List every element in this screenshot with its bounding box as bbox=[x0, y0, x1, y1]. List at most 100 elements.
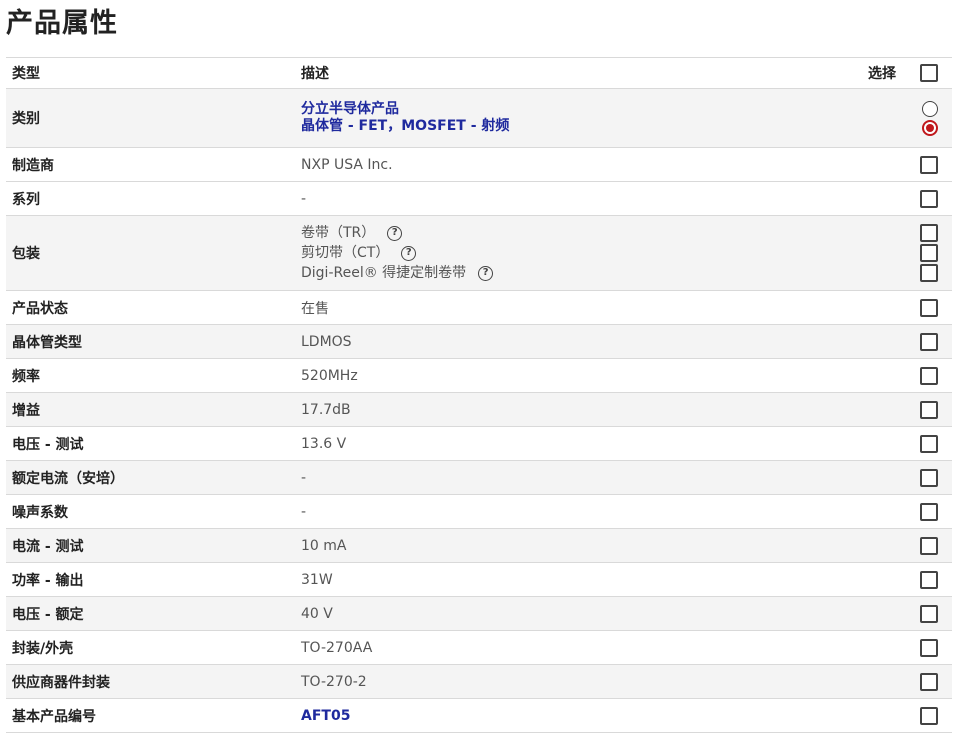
row-label: 电流 - 测试 bbox=[6, 528, 295, 563]
row-label: 产品状态 bbox=[12, 300, 68, 317]
row-value: 13.6 V bbox=[301, 435, 347, 452]
table-row: 额定电流（安培） - bbox=[6, 460, 952, 495]
row-select bbox=[849, 427, 952, 461]
select-checkbox[interactable] bbox=[920, 502, 938, 521]
table-row: 包装 卷带（TR） ? 剪切带（CT） ? Digi-Reel® 得捷定制卷带 … bbox=[6, 215, 952, 291]
row-select bbox=[849, 631, 952, 665]
row-select bbox=[849, 664, 952, 699]
question-circle-icon[interactable]: ? bbox=[401, 245, 417, 261]
row-select bbox=[849, 88, 952, 148]
select-checkbox[interactable] bbox=[920, 468, 938, 487]
select-checkbox[interactable] bbox=[920, 536, 938, 555]
category-radio-primary[interactable] bbox=[922, 100, 938, 117]
select-checkbox[interactable] bbox=[920, 604, 938, 623]
base-product-link[interactable]: AFT05 bbox=[301, 708, 350, 724]
row-select bbox=[849, 528, 952, 563]
category-radio-secondary[interactable] bbox=[922, 119, 938, 136]
row-value: 520MHz bbox=[301, 367, 358, 384]
question-circle-icon[interactable]: ? bbox=[387, 225, 403, 241]
row-value: 17.7dB bbox=[295, 392, 849, 427]
select-checkbox[interactable] bbox=[920, 434, 938, 453]
row-label: 基本产品编号 bbox=[12, 708, 96, 725]
row-select bbox=[849, 495, 952, 529]
category-link-primary[interactable]: 分立半导体产品 bbox=[301, 101, 843, 118]
select-checkbox[interactable] bbox=[920, 638, 938, 657]
row-label: 增益 bbox=[6, 392, 295, 427]
table-row: 晶体管类型 LDMOS bbox=[6, 324, 952, 359]
select-checkbox[interactable] bbox=[920, 155, 938, 174]
row-label: 噪声系数 bbox=[12, 504, 68, 521]
row-label: 频率 bbox=[12, 368, 40, 385]
attributes-table: 类型 描述 选择 类别 分立半导体产品 晶体管 - FET，MOSFET - 射… bbox=[6, 57, 952, 733]
select-checkbox[interactable] bbox=[920, 189, 938, 208]
row-value: - bbox=[295, 460, 849, 495]
row-select bbox=[849, 148, 952, 182]
row-select bbox=[849, 182, 952, 216]
select-checkbox[interactable] bbox=[920, 570, 938, 589]
table-row: 噪声系数 - bbox=[6, 494, 952, 529]
row-value: 卷带（TR） ? 剪切带（CT） ? Digi-Reel® 得捷定制卷带 ? bbox=[295, 215, 849, 291]
select-checkbox[interactable] bbox=[920, 332, 938, 351]
select-checkbox[interactable] bbox=[920, 672, 938, 691]
header-type: 类型 bbox=[12, 66, 40, 82]
row-select bbox=[849, 215, 952, 291]
row-select bbox=[849, 359, 952, 393]
row-label: 包装 bbox=[6, 215, 295, 291]
row-value: LDMOS bbox=[295, 324, 849, 359]
packaging-checkbox-ct[interactable] bbox=[920, 244, 938, 262]
header-select: 选择 bbox=[849, 58, 952, 89]
row-label: 电压 - 额定 bbox=[6, 596, 295, 631]
category-link-secondary[interactable]: 晶体管 - FET，MOSFET - 射频 bbox=[301, 118, 843, 135]
row-select bbox=[849, 392, 952, 427]
question-circle-icon[interactable]: ? bbox=[478, 265, 494, 281]
table-row: 制造商 NXP USA Inc. bbox=[6, 147, 952, 182]
row-label: 供应商器件封装 bbox=[6, 664, 295, 699]
page-title: 产品属性 bbox=[6, 8, 118, 39]
row-value: - bbox=[301, 190, 307, 207]
row-label: 系列 bbox=[12, 191, 40, 208]
row-select bbox=[849, 291, 952, 325]
header-description: 描述 bbox=[301, 66, 329, 82]
table-row: 类别 分立半导体产品 晶体管 - FET，MOSFET - 射频 bbox=[6, 88, 952, 148]
table-row: 电压 - 额定 40 V bbox=[6, 596, 952, 631]
table-row: 供应商器件封装 TO-270-2 bbox=[6, 664, 952, 699]
table-row: 增益 17.7dB bbox=[6, 392, 952, 427]
row-label: 功率 - 输出 bbox=[12, 572, 84, 589]
packaging-checkbox-digireel[interactable] bbox=[920, 264, 938, 282]
table-row: 系列 - bbox=[6, 181, 952, 216]
packaging-checkbox-tr[interactable] bbox=[920, 224, 938, 242]
row-label: 类别 bbox=[6, 88, 295, 148]
select-checkbox[interactable] bbox=[920, 400, 938, 419]
row-value: 分立半导体产品 晶体管 - FET，MOSFET - 射频 bbox=[295, 88, 849, 148]
row-label: 制造商 bbox=[12, 157, 54, 174]
row-label: 封装/外壳 bbox=[12, 640, 74, 657]
table-row: 封装/外壳 TO-270AA bbox=[6, 630, 952, 665]
packaging-label: 剪切带（CT） bbox=[301, 245, 390, 261]
packaging-option: Digi-Reel® 得捷定制卷带 ? bbox=[301, 263, 843, 283]
row-select bbox=[849, 324, 952, 359]
row-label: 额定电流（安培） bbox=[6, 460, 295, 495]
row-label: 电压 - 测试 bbox=[12, 436, 84, 453]
packaging-option: 剪切带（CT） ? bbox=[301, 243, 843, 263]
packaging-label: Digi-Reel® 得捷定制卷带 bbox=[301, 265, 467, 281]
row-select bbox=[849, 563, 952, 597]
row-value: NXP USA Inc. bbox=[301, 156, 393, 173]
row-select bbox=[849, 460, 952, 495]
table-row: 产品状态 在售 bbox=[6, 290, 952, 325]
row-value: 31W bbox=[301, 571, 333, 588]
table-row: 基本产品编号 AFT05 bbox=[6, 698, 952, 733]
select-checkbox[interactable] bbox=[920, 366, 938, 385]
select-checkbox[interactable] bbox=[920, 706, 938, 725]
row-value: 40 V bbox=[295, 596, 849, 631]
packaging-label: 卷带（TR） bbox=[301, 225, 376, 241]
select-checkbox[interactable] bbox=[920, 298, 938, 317]
table-row: 电流 - 测试 10 mA bbox=[6, 528, 952, 563]
product-attributes-panel: 产品属性 类型 描述 选择 类别 分立半导体产品 晶体管 - FET，MOSFE… bbox=[0, 0, 966, 748]
row-select bbox=[849, 699, 952, 733]
row-label: 晶体管类型 bbox=[6, 324, 295, 359]
row-value: AFT05 bbox=[295, 699, 849, 733]
packaging-option: 卷带（TR） ? bbox=[301, 223, 843, 243]
table-row: 功率 - 输出 31W bbox=[6, 562, 952, 597]
select-label: 选择 bbox=[868, 66, 896, 82]
select-all-checkbox[interactable] bbox=[920, 64, 938, 82]
